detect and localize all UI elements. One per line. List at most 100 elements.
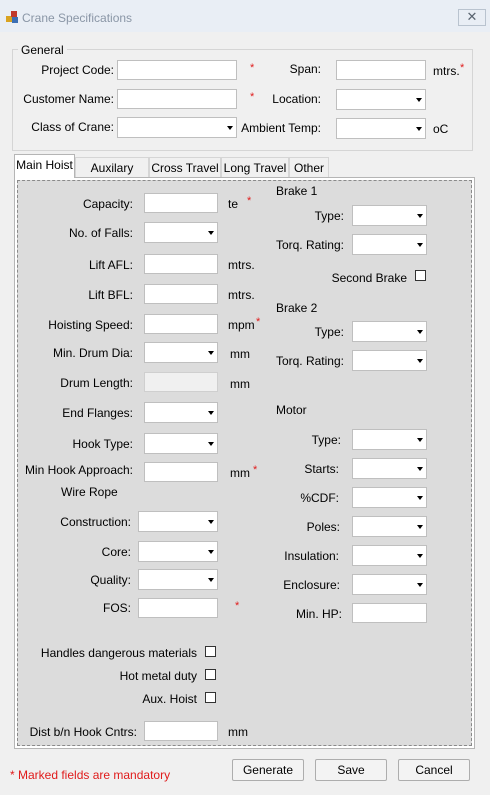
class-of-crane-label: Class of Crane: [31, 120, 114, 134]
no-of-falls-dropdown[interactable] [144, 222, 218, 243]
brake1-heading: Brake 1 [276, 184, 318, 198]
lift-bfl-label: Lift BFL: [88, 288, 133, 302]
project-code-required-mark: * [250, 62, 255, 74]
motor-type-dropdown[interactable] [352, 429, 427, 450]
core-dropdown[interactable] [138, 541, 218, 562]
hoisting-speed-required-mark: * [256, 316, 261, 328]
chevron-down-icon [417, 554, 423, 558]
dist-hook-label: Dist b/n Hook Cntrs: [29, 725, 137, 739]
capacity-required-mark: * [247, 195, 252, 207]
fos-required-mark: * [235, 600, 240, 612]
chevron-down-icon [417, 243, 423, 247]
dist-hook-unit: mm [228, 725, 248, 739]
chevron-down-icon [416, 127, 422, 131]
save-button[interactable]: Save [315, 759, 387, 781]
brake1-torq-dropdown[interactable] [352, 234, 427, 255]
handles-dangerous-checkbox[interactable] [205, 646, 216, 657]
chevron-down-icon [417, 359, 423, 363]
capacity-input[interactable] [144, 193, 218, 213]
chevron-down-icon [208, 442, 214, 446]
ambient-temp-dropdown[interactable] [336, 118, 426, 139]
location-dropdown[interactable] [336, 89, 426, 110]
starts-label: Starts: [304, 462, 339, 476]
tab-cross-travel[interactable]: Cross Travel [149, 157, 221, 177]
drum-length-input[interactable] [144, 372, 218, 392]
brake1-type-label: Type: [314, 209, 344, 223]
lift-afl-input[interactable] [144, 254, 218, 274]
customer-name-input[interactable] [117, 89, 237, 109]
min-drum-dia-dropdown[interactable] [144, 342, 218, 363]
chevron-down-icon [417, 496, 423, 500]
poles-dropdown[interactable] [352, 516, 427, 537]
cancel-button[interactable]: Cancel [398, 759, 470, 781]
hook-type-label: Hook Type: [72, 437, 133, 451]
construction-dropdown[interactable] [138, 511, 218, 532]
chevron-down-icon [208, 578, 214, 582]
drum-length-unit: mm [230, 377, 250, 391]
capacity-label: Capacity: [82, 197, 133, 211]
location-label: Location: [272, 92, 321, 106]
min-hp-input[interactable] [352, 603, 427, 623]
span-input[interactable] [336, 60, 426, 80]
close-button[interactable]: ✕ [458, 9, 486, 26]
aux-hoist-label: Aux. Hoist [142, 692, 197, 706]
capacity-unit: te [228, 197, 239, 211]
construction-label: Construction: [60, 515, 131, 529]
close-icon: ✕ [466, 9, 478, 24]
brake1-type-dropdown[interactable] [352, 205, 427, 226]
tab-other[interactable]: Other [289, 157, 329, 177]
chevron-down-icon [417, 214, 423, 218]
enclosure-dropdown[interactable] [352, 574, 427, 595]
poles-label: Poles: [306, 520, 340, 534]
hoisting-speed-unit: mpm [228, 318, 255, 332]
app-icon [6, 11, 18, 23]
lift-afl-label: Lift AFL: [88, 258, 133, 272]
brake2-torq-dropdown[interactable] [352, 350, 427, 371]
end-flanges-dropdown[interactable] [144, 402, 218, 423]
insulation-dropdown[interactable] [352, 545, 427, 566]
min-drum-dia-unit: mm [230, 347, 250, 361]
min-hp-label: Min. HP: [295, 607, 342, 621]
cdf-label: %CDF: [300, 491, 339, 505]
generate-button[interactable]: Generate [232, 759, 304, 781]
chevron-down-icon [417, 525, 423, 529]
min-hook-approach-required-mark: * [253, 464, 258, 476]
class-of-crane-dropdown[interactable] [117, 117, 237, 138]
customer-name-label: Customer Name: [23, 92, 114, 106]
project-code-label: Project Code: [41, 63, 114, 77]
starts-dropdown[interactable] [352, 458, 427, 479]
core-label: Core: [101, 545, 131, 559]
tab-auxilary-hoist[interactable]: Auxilary Hoist [75, 157, 149, 189]
fos-input[interactable] [138, 598, 218, 618]
second-brake-checkbox[interactable] [415, 270, 426, 281]
ambient-temp-unit: oC [433, 122, 449, 136]
insulation-label: Insulation: [284, 549, 339, 563]
aux-hoist-checkbox[interactable] [205, 692, 216, 703]
span-unit: mtrs. [433, 64, 460, 78]
chevron-down-icon [208, 520, 214, 524]
end-flanges-label: End Flanges: [62, 406, 133, 420]
cdf-dropdown[interactable] [352, 487, 427, 508]
lift-bfl-input[interactable] [144, 284, 218, 304]
brake2-torq-label: Torq. Rating: [275, 354, 344, 368]
chevron-down-icon [227, 126, 233, 130]
second-brake-label: Second Brake [331, 271, 407, 285]
motor-heading: Motor [276, 403, 307, 417]
project-code-input[interactable] [117, 60, 237, 80]
hook-type-dropdown[interactable] [144, 433, 218, 454]
chevron-down-icon [208, 411, 214, 415]
lift-afl-unit: mtrs. [228, 258, 255, 272]
dist-hook-input[interactable] [144, 721, 218, 741]
min-hook-approach-input[interactable] [144, 462, 218, 482]
hoisting-speed-input[interactable] [144, 314, 218, 334]
hot-metal-checkbox[interactable] [205, 669, 216, 680]
motor-type-label: Type: [311, 433, 341, 447]
tab-long-travel[interactable]: Long Travel [221, 157, 289, 177]
fos-label: FOS: [102, 601, 131, 615]
brake2-type-dropdown[interactable] [352, 321, 427, 342]
quality-dropdown[interactable] [138, 569, 218, 590]
brake2-type-label: Type: [314, 325, 344, 339]
chevron-down-icon [417, 583, 423, 587]
chevron-down-icon [208, 351, 214, 355]
tab-main-hoist[interactable]: Main Hoist [14, 154, 75, 178]
